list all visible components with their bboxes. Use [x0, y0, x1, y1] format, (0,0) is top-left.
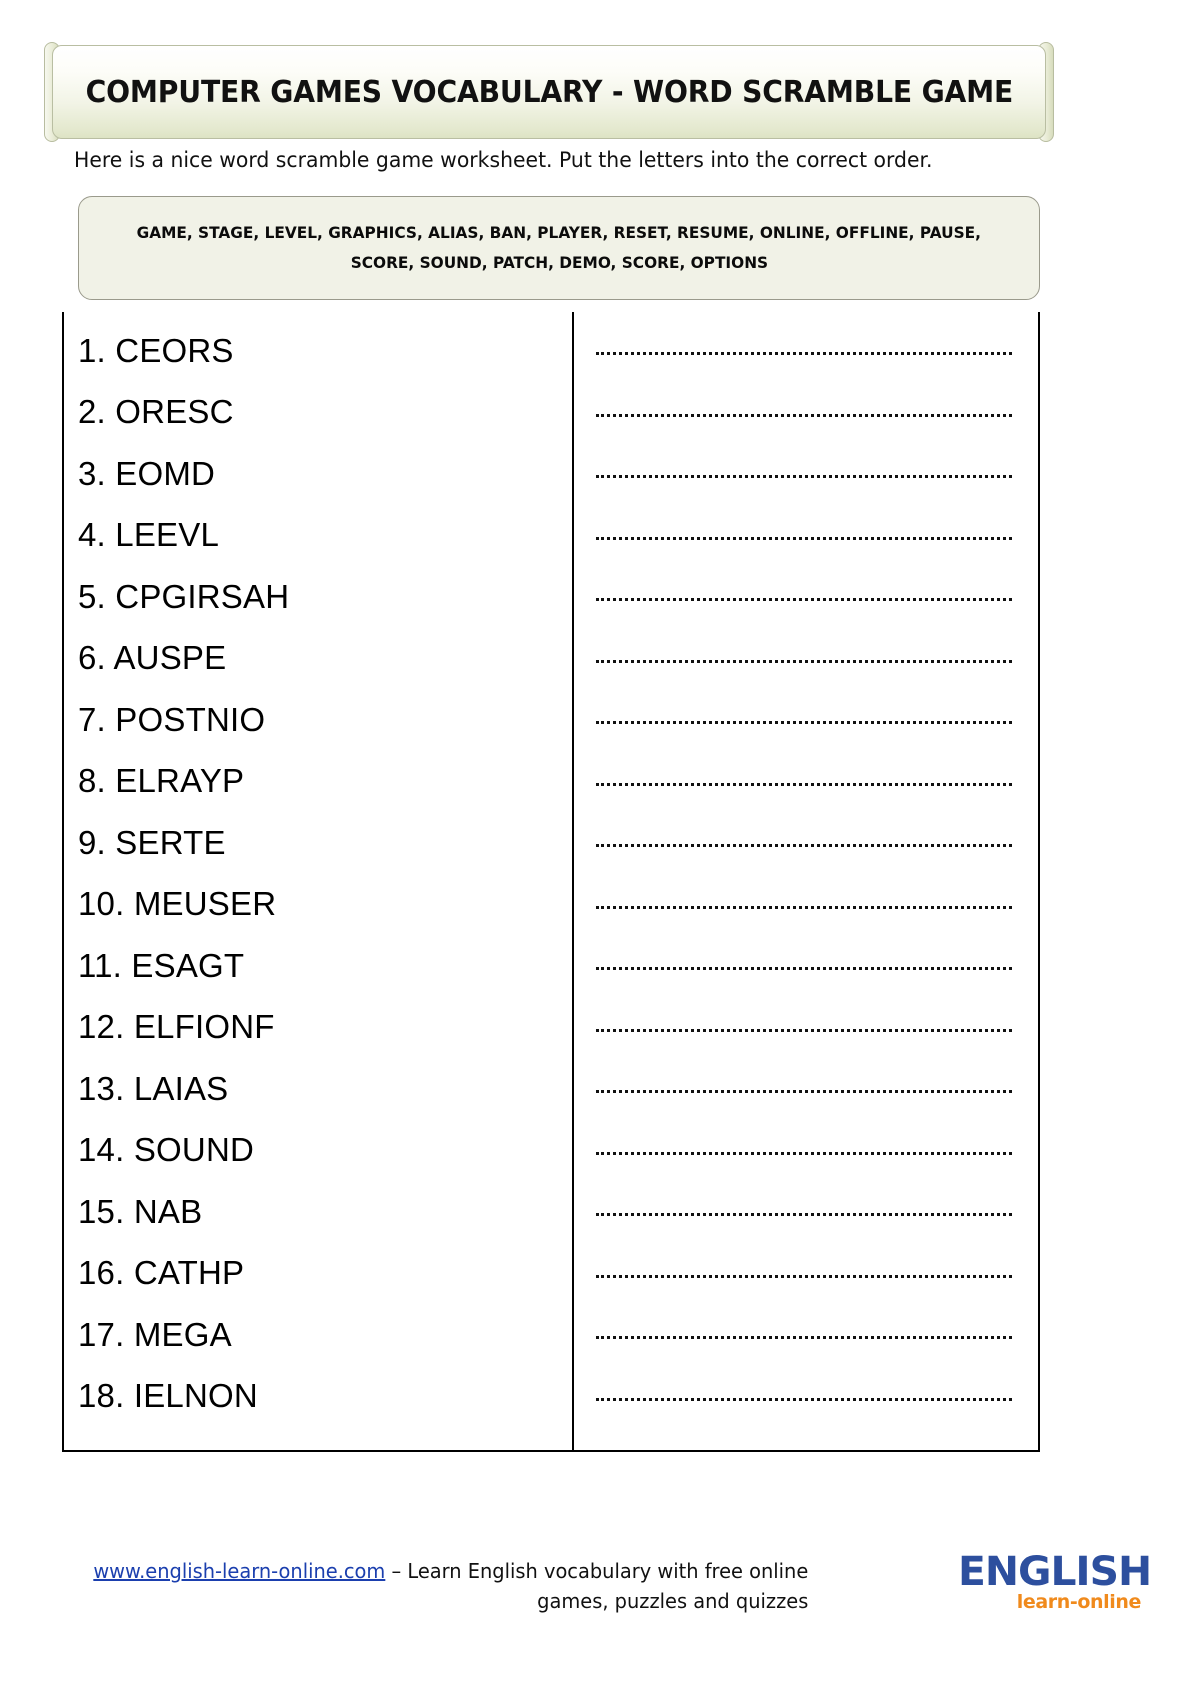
answer-slot[interactable] — [596, 751, 1012, 813]
word-bank-box: GAME, STAGE, LEVEL, GRAPHICS, ALIAS, BAN… — [78, 196, 1040, 300]
list-item: 17. MEGA — [78, 1315, 232, 1353]
list-item: 4. LEEVL — [78, 516, 220, 554]
answer-slot[interactable] — [596, 505, 1012, 567]
footer-tagline: – Learn English vocabulary with free onl… — [385, 1559, 809, 1613]
list-item: 12. ELFIONF — [78, 1008, 275, 1046]
answer-column — [572, 312, 1038, 1450]
list-item: 13. LAIAS — [78, 1069, 229, 1107]
answer-slot[interactable] — [596, 1243, 1012, 1305]
answer-dotted-line — [596, 598, 1012, 602]
answer-slot[interactable] — [596, 1058, 1012, 1120]
answer-dotted-line — [596, 1028, 1012, 1032]
scramble-column: 1. CEORS 2. ORESC 3. EOMD 4. LEEVL 5. CP… — [64, 312, 572, 1450]
page-title: COMPUTER GAMES VOCABULARY - WORD SCRAMBL… — [85, 74, 1013, 110]
answer-slot[interactable] — [596, 566, 1012, 628]
list-item: 7. POSTNIO — [78, 700, 266, 738]
instruction-text: Here is a nice word scramble game worksh… — [74, 148, 933, 172]
answer-dotted-line — [596, 967, 1012, 971]
answer-dotted-line — [596, 659, 1012, 663]
worksheet-table: 1. CEORS 2. ORESC 3. EOMD 4. LEEVL 5. CP… — [62, 312, 1040, 1452]
answer-slot[interactable] — [596, 628, 1012, 690]
answer-slot[interactable] — [596, 1366, 1012, 1428]
logo-tagline: learn-online — [1016, 1591, 1142, 1613]
list-item: 16. CATHP — [78, 1254, 245, 1292]
answer-dotted-line — [596, 905, 1012, 909]
word-bank-line-2: SCORE, SOUND, PATCH, DEMO, SCORE, OPTION… — [350, 253, 768, 272]
answer-dotted-line — [596, 352, 1012, 356]
list-item: 2. ORESC — [78, 393, 234, 431]
answer-dotted-line — [596, 1336, 1012, 1340]
list-item: 14. SOUND — [78, 1131, 255, 1169]
answer-dotted-line — [596, 721, 1012, 725]
list-item: 3. EOMD — [78, 454, 216, 492]
answer-dotted-line — [596, 1213, 1012, 1217]
footer: www.english-learn-online.com – Learn Eng… — [42, 1552, 1158, 1616]
answer-dotted-line — [596, 1397, 1012, 1401]
answer-dotted-line — [596, 1274, 1012, 1278]
list-item: 18. IELNON — [78, 1377, 258, 1415]
answer-dotted-line — [596, 782, 1012, 786]
list-item: 11. ESAGT — [78, 946, 245, 984]
word-bank-line-1: GAME, STAGE, LEVEL, GRAPHICS, ALIAS, BAN… — [136, 223, 982, 242]
answer-slot[interactable] — [596, 320, 1012, 382]
logo-wordmark: ENGLISH — [958, 1549, 1152, 1595]
answer-dotted-line — [596, 844, 1012, 848]
footer-credit: www.english-learn-online.com – Learn Eng… — [42, 1556, 808, 1616]
list-item: 8. ELRAYP — [78, 762, 245, 800]
answer-slot[interactable] — [596, 997, 1012, 1059]
answer-slot[interactable] — [596, 1304, 1012, 1366]
list-item: 5. CPGIRSAH — [78, 577, 290, 615]
answer-dotted-line — [596, 1151, 1012, 1155]
answer-dotted-line — [596, 1090, 1012, 1094]
banner-body: COMPUTER GAMES VOCABULARY - WORD SCRAMBL… — [52, 45, 1046, 139]
list-item: 1. CEORS — [78, 331, 234, 369]
english-learn-online-logo: ENGLISH learn-online — [958, 1552, 1158, 1612]
title-banner: COMPUTER GAMES VOCABULARY - WORD SCRAMBL… — [44, 42, 1054, 142]
list-item: 9. SERTE — [78, 823, 226, 861]
answer-slot[interactable] — [596, 935, 1012, 997]
list-item: 15. NAB — [78, 1192, 203, 1230]
answer-slot[interactable] — [596, 1120, 1012, 1182]
answer-slot[interactable] — [596, 443, 1012, 505]
worksheet-page: COMPUTER GAMES VOCABULARY - WORD SCRAMBL… — [0, 0, 1200, 1700]
website-link[interactable]: www.english-learn-online.com — [93, 1559, 385, 1583]
answer-slot[interactable] — [596, 1181, 1012, 1243]
answer-slot[interactable] — [596, 812, 1012, 874]
answer-dotted-line — [596, 536, 1012, 540]
answer-slot[interactable] — [596, 382, 1012, 444]
answer-dotted-line — [596, 413, 1012, 417]
answer-slot[interactable] — [596, 874, 1012, 936]
list-item: 6. AUSPE — [78, 639, 227, 677]
answer-dotted-line — [596, 475, 1012, 479]
list-item: 10. MEUSER — [78, 885, 277, 923]
answer-slot[interactable] — [596, 689, 1012, 751]
